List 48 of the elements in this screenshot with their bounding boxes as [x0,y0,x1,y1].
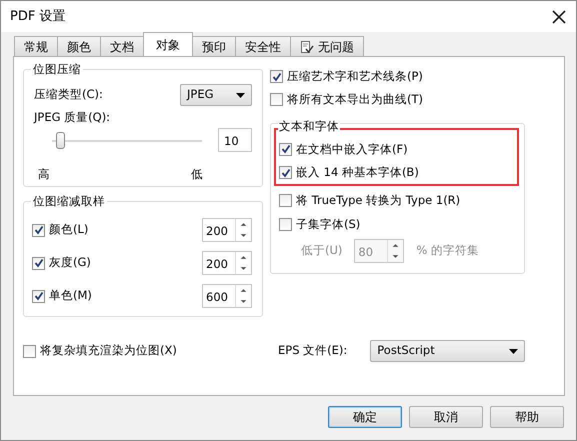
checkbox-label: 将复杂填充渲染为位图(X) [40,342,177,360]
tab[interactable]: 文档 [100,36,144,56]
dialog-button[interactable]: 帮助 [490,406,564,428]
compression-type-dropdown[interactable]: JPEG [180,84,252,106]
checkbox[interactable] [270,70,283,84]
dialog-button[interactable]: 取消 [409,406,483,428]
checkbox-label: 颜色(L) [49,221,88,238]
checkbox-label: 在文档中嵌入字体(F) [296,140,408,158]
field-label: 低于(U) [301,242,342,260]
checkbox-label: 压缩艺术字和艺术线条(P) [287,68,423,85]
slider-label: 高 [38,166,50,184]
checkbox[interactable] [270,93,283,106]
checkbox-label: 单色(M) [49,287,92,304]
spin-box[interactable]: 200 [202,218,252,242]
checkbox[interactable] [32,224,45,236]
field-label: JPEG 质量(Q): [34,108,112,126]
tab[interactable]: 预印 [192,36,236,56]
checkbox-label: 灰度(G) [49,254,91,272]
eps-dropdown[interactable]: PostScript [370,340,526,362]
caret-icon [236,92,245,98]
window-title: PDF 设置 [10,8,66,26]
checkbox[interactable] [32,290,45,302]
slider-label: 低 [191,166,203,184]
caret-icon [509,348,518,354]
dialog-button[interactable]: 确定 [328,406,402,428]
field-label: 压缩类型(C): [34,86,103,104]
tab[interactable]: 无问题 [290,36,364,56]
tab[interactable]: 常规 [14,36,58,56]
field-label: EPS 文件(E): [278,342,348,360]
checkbox[interactable] [279,218,292,231]
checkbox[interactable] [279,166,292,180]
spin-box[interactable]: 200 [202,251,252,275]
tab[interactable]: 对象 [143,32,193,56]
slider-thumb[interactable] [56,132,64,150]
tab[interactable]: 颜色 [57,36,101,56]
checkbox[interactable] [32,256,45,270]
checkbox-label: 将所有文本导出为曲线(T) [287,91,423,108]
checkbox-label: 将 TrueType 转换为 Type 1(R) [296,192,460,210]
checkbox[interactable] [23,344,36,358]
spin-box[interactable]: 600 [202,284,252,308]
checkbox[interactable] [279,194,292,208]
quality-field[interactable]: 10 [218,128,252,152]
tab[interactable]: 安全性 [235,36,291,56]
checkbox[interactable] [279,142,292,156]
field-label: % 的字符集 [416,242,479,260]
close-icon[interactable] [552,10,566,24]
checkbox-label: 嵌入 14 种基本字体(B) [296,164,419,181]
checkbox-label: 子集字体(S) [296,216,360,232]
